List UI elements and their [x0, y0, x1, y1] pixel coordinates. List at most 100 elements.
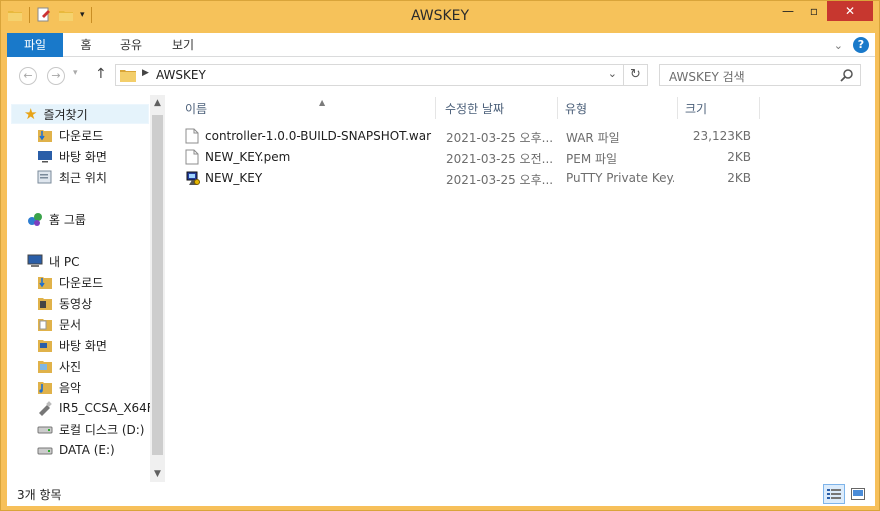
nav-item-music[interactable]: 음악 — [37, 377, 81, 397]
desktop-icon — [38, 151, 52, 163]
nav-label: DATA (E:) — [59, 443, 115, 457]
nav-item-downloads[interactable]: 다운로드 — [37, 125, 103, 145]
ribbon-right: ⌄ ? — [834, 37, 869, 53]
videos-folder-icon — [38, 298, 52, 310]
nav-label: 다운로드 — [59, 128, 104, 143]
nav-label: 음악 — [59, 380, 82, 395]
nav-item-documents[interactable]: 문서 — [37, 314, 81, 334]
tab-share[interactable]: 공유 — [111, 33, 151, 57]
file-type: PuTTY Private Key... — [566, 171, 674, 185]
back-button[interactable]: ← — [19, 67, 37, 85]
navigation-bar: ← → ▾ ↑ ▶ AWSKEY ⌄ ↻ AWSKEY 검색 — [7, 57, 875, 95]
expand-ribbon-icon[interactable]: ⌄ — [834, 39, 843, 52]
address-bar[interactable]: ▶ AWSKEY ⌄ ↻ — [115, 64, 648, 86]
nav-label: 다운로드 — [59, 275, 104, 290]
downloads-folder-icon — [38, 277, 52, 289]
explorer-window: ▾ AWSKEY — ▫ ✕ 파일 홈 공유 보기 ⌄ ? ← → ▾ ↑ ▶ … — [0, 0, 880, 511]
desktop-folder-icon — [38, 340, 52, 352]
nav-item-recent[interactable]: 최근 위치 — [37, 167, 107, 187]
nav-homegroup[interactable]: 홈 그룹 — [27, 209, 86, 229]
document-icon — [185, 149, 199, 165]
column-divider[interactable] — [557, 97, 558, 119]
tab-home[interactable]: 홈 — [71, 33, 101, 57]
breadcrumb-arrow-icon[interactable]: ▶ — [142, 68, 149, 78]
column-divider[interactable] — [759, 97, 760, 119]
status-bar: 3개 항목 — [7, 482, 875, 506]
details-view-button[interactable] — [823, 484, 845, 504]
file-size: 2KB — [727, 171, 751, 185]
window-title: AWSKEY — [410, 8, 470, 24]
nav-item-drive-d[interactable]: 로컬 디스크 (D:) — [37, 419, 144, 439]
nav-item-desktop-pc[interactable]: 바탕 화면 — [37, 335, 107, 355]
help-icon[interactable]: ? — [853, 37, 869, 53]
nav-label: 동영상 — [59, 296, 93, 311]
window-controls: — ▫ ✕ — [775, 1, 873, 21]
nav-item-videos[interactable]: 동영상 — [37, 293, 92, 313]
file-date: 2021-03-25 오후... — [446, 173, 552, 187]
search-box[interactable]: AWSKEY 검색 — [659, 64, 861, 86]
homegroup-icon — [28, 213, 42, 226]
file-date: 2021-03-25 오후... — [446, 131, 552, 145]
file-size: 23,123KB — [692, 129, 751, 143]
column-header-size[interactable]: 크기 — [679, 99, 755, 119]
column-header-date[interactable]: 수정한 날짜 — [439, 99, 553, 119]
recent-locations-icon[interactable]: ▾ — [73, 68, 78, 78]
file-name: NEW_KEY.pem — [205, 150, 291, 164]
file-size: 2KB — [727, 150, 751, 164]
large-icons-view-icon — [851, 488, 865, 500]
navigation-pane: ★ 즐겨찾기 다운로드 바탕 화면 최근 위치 홈 그룹 내 PC 다운로드 동… — [7, 95, 165, 482]
nav-label: 최근 위치 — [59, 170, 107, 185]
computer-icon — [27, 254, 43, 267]
column-header-type[interactable]: 유형 — [559, 99, 673, 119]
folder-icon — [120, 70, 136, 82]
refresh-button[interactable]: ↻ — [623, 65, 647, 85]
nav-thispc[interactable]: 내 PC — [27, 251, 79, 271]
breadcrumb[interactable]: AWSKEY — [156, 68, 206, 82]
nav-item-drive-e[interactable]: DATA (E:) — [37, 440, 115, 460]
table-row[interactable]: NEW_KEY.pem 2021-03-25 오전... PEM 파일 2KB — [179, 147, 759, 168]
nav-item-pictures[interactable]: 사진 — [37, 356, 81, 376]
close-button[interactable]: ✕ — [827, 1, 873, 21]
file-list: ▲ 이름 수정한 날짜 유형 크기 controller-1.0.0-BUILD… — [165, 95, 875, 482]
up-button[interactable]: ↑ — [95, 66, 107, 82]
nav-label: 바탕 화면 — [59, 149, 107, 164]
scroll-down-icon[interactable]: ▼ — [150, 466, 165, 482]
column-divider[interactable] — [677, 97, 678, 119]
music-folder-icon — [38, 382, 52, 394]
nav-label: 홈 그룹 — [49, 212, 86, 227]
nav-item-downloads-pc[interactable]: 다운로드 — [37, 272, 103, 292]
sort-ascending-icon: ▲ — [319, 98, 326, 107]
large-icons-view-button[interactable] — [847, 484, 869, 504]
scroll-thumb[interactable] — [152, 115, 163, 455]
table-row[interactable]: NEW_KEY 2021-03-25 오후... PuTTY Private K… — [179, 168, 759, 189]
nav-scrollbar[interactable]: ▲ ▼ — [150, 95, 165, 482]
recent-places-icon — [37, 170, 52, 184]
nav-label: 문서 — [59, 317, 82, 332]
tab-file[interactable]: 파일 — [7, 33, 63, 57]
documents-folder-icon — [38, 319, 52, 331]
ribbon-tabs: 파일 홈 공유 보기 ⌄ ? — [7, 33, 875, 57]
tab-view[interactable]: 보기 — [163, 33, 203, 57]
column-header-name[interactable]: ▲ 이름 — [179, 98, 429, 119]
search-icon[interactable] — [840, 68, 854, 82]
search-input[interactable]: AWSKEY 검색 — [669, 68, 745, 85]
nav-favorites[interactable]: ★ 즐겨찾기 — [11, 104, 149, 124]
column-divider[interactable] — [435, 97, 436, 119]
downloads-folder-icon — [38, 130, 52, 142]
usb-drive-icon — [39, 401, 52, 416]
table-row[interactable]: controller-1.0.0-BUILD-SNAPSHOT.war 2021… — [179, 126, 759, 147]
file-name: controller-1.0.0-BUILD-SNAPSHOT.war — [205, 129, 432, 143]
file-type: PEM 파일 — [566, 152, 618, 166]
putty-key-icon — [186, 171, 200, 185]
minimize-button[interactable]: — — [775, 1, 801, 21]
address-dropdown-icon[interactable]: ⌄ — [608, 67, 617, 80]
forward-button[interactable]: → — [47, 67, 65, 85]
nav-item-drive-usb[interactable]: IR5_CCSA_X64FR — [37, 398, 162, 418]
view-switcher — [823, 484, 869, 504]
scroll-up-icon[interactable]: ▲ — [150, 95, 165, 111]
file-date: 2021-03-25 오전... — [446, 152, 552, 166]
nav-item-desktop[interactable]: 바탕 화면 — [37, 146, 107, 166]
file-name: NEW_KEY — [205, 171, 263, 185]
maximize-button[interactable]: ▫ — [801, 1, 827, 21]
title-bar: ▾ AWSKEY — ▫ ✕ — [1, 1, 879, 33]
